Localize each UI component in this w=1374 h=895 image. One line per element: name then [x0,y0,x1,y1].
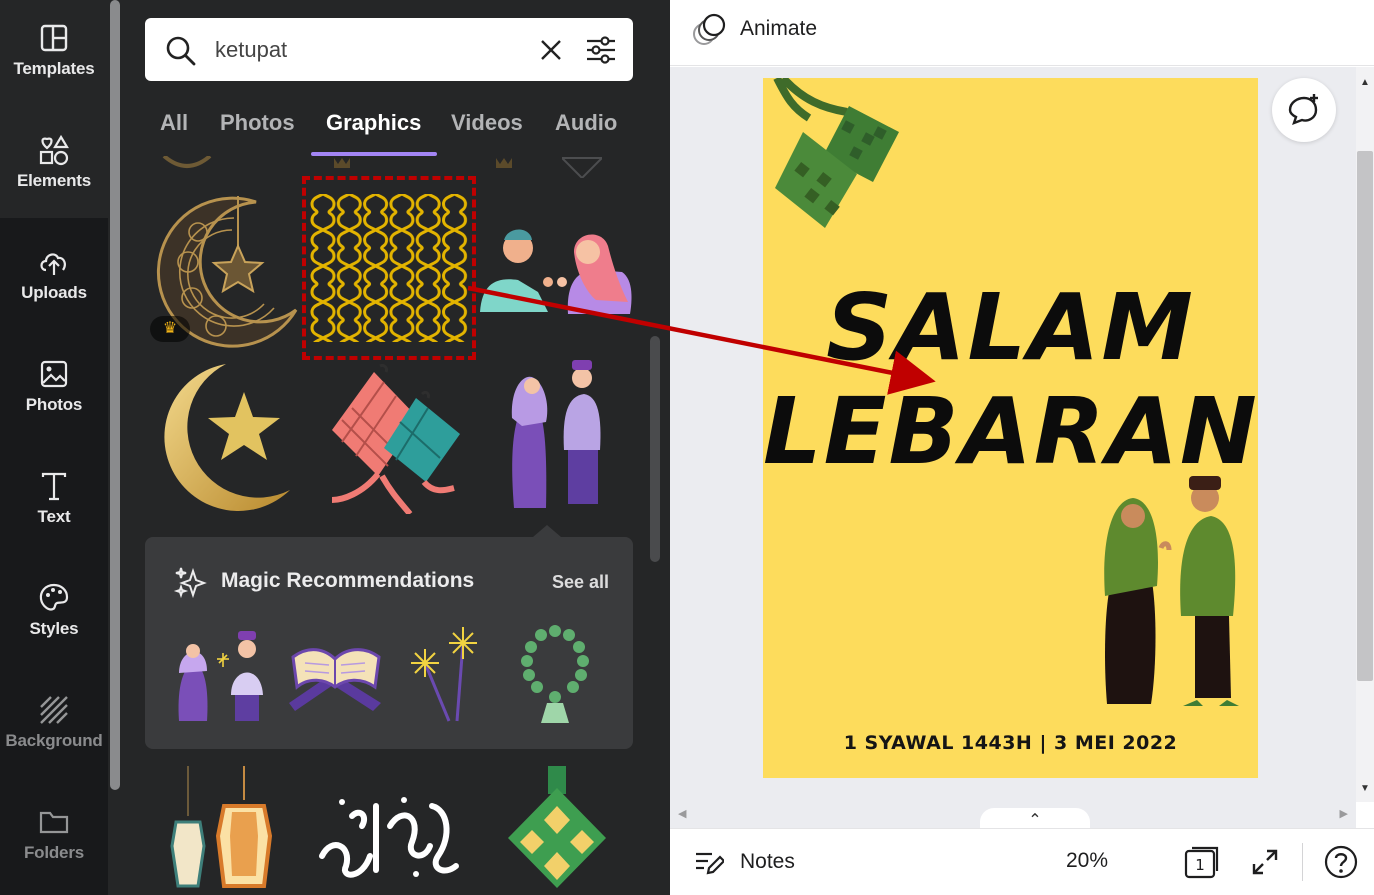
tab-photos[interactable]: Photos [220,110,295,136]
sparkle-icon [173,567,207,599]
partial-graphic[interactable] [332,156,352,170]
tab-graphics[interactable]: Graphics [326,110,421,136]
kids-sparkler-graphic[interactable] [173,623,273,727]
rail-item-templates[interactable]: Templates [0,0,108,106]
text-icon [41,472,67,501]
rail-item-photos[interactable]: Photos [0,330,108,442]
canvas-vertical-scrollbar[interactable]: ▲ ▼ [1356,67,1374,802]
notes-label: Notes [740,850,795,873]
notes-icon [696,852,724,875]
toolbar-divider [1302,843,1303,881]
highlighted-selection-box [302,176,476,360]
couple-illustration[interactable] [1099,476,1249,708]
rail-item-elements[interactable]: Elements [0,106,108,218]
prayer-beads-graphic[interactable] [515,625,595,727]
rail-label: Styles [29,619,79,638]
panel-scrollbar[interactable] [650,336,660,562]
rail-label: Background [5,731,103,750]
rail-label: Folders [23,843,84,862]
animate-icon [693,13,726,45]
canvas-horizontal-scrollbar[interactable]: ◀ ⌃ ▶ [670,802,1356,832]
editor-toolbar: Animate [670,0,1374,66]
styles-icon [39,583,69,611]
quran-stand-graphic[interactable] [285,633,385,717]
design-date-line[interactable]: 1 SYAWAL 1443H | 3 MEI 2022 [763,732,1258,754]
tab-audio[interactable]: Audio [555,110,617,136]
premium-crown-badge: ♛ [150,316,190,342]
golden-crescent-star-graphic[interactable] [150,360,300,516]
tab-all[interactable]: All [160,110,188,136]
rail-scrollbar[interactable] [108,0,122,895]
folders-icon [39,811,69,834]
rail-label: Photos [25,395,83,414]
design-page[interactable]: SALAM LEBARAN 1 SYAWAL 1443H | 3 MEI 202… [763,78,1258,778]
comment-add-icon [1288,94,1318,126]
photos-icon [40,360,68,388]
rail-item-uploads[interactable]: Uploads [0,218,108,330]
background-icon [40,696,68,724]
add-comment-button[interactable] [1272,78,1336,142]
partial-thumbnail-row [122,156,670,178]
notes-button[interactable]: Notes [694,847,795,877]
search-input[interactable]: ketupat [215,37,287,63]
help-icon[interactable] [1324,845,1358,879]
content-tabs: All Photos Graphics Videos Audio [145,104,655,156]
partial-graphic[interactable] [562,156,602,178]
scroll-down-arrow[interactable]: ▼ [1360,783,1370,794]
scroll-left-arrow[interactable]: ◀ [678,807,686,820]
elements-icon [39,134,69,166]
scroll-right-arrow[interactable]: ▶ [1340,807,1348,820]
scroll-up-arrow[interactable]: ▲ [1360,77,1370,88]
rail-item-text[interactable]: Text [0,442,108,554]
animate-label: Animate [740,17,818,40]
uploads-icon [40,253,66,275]
animate-button[interactable]: Animate [692,12,817,46]
zoom-level[interactable]: 20% [1066,849,1108,873]
sparklers-graphic[interactable] [405,623,485,727]
canvas-area: SALAM LEBARAN 1 SYAWAL 1443H | 3 MEI 202… [670,67,1356,802]
page-count-button[interactable]: 1 [1184,845,1220,879]
partial-graphic[interactable] [494,156,514,170]
card-notch [533,525,561,537]
rail-label: Elements [17,171,91,190]
rail-label: Uploads [21,283,87,302]
see-all-link[interactable]: See all [552,572,609,593]
greeting-couple-graphic[interactable] [478,222,638,322]
rail-scroll-thumb[interactable] [110,0,120,790]
ketupat-green-graphic[interactable] [502,766,612,895]
left-rail: Templates Elements Uploads Photos Text S… [0,0,108,895]
filter-icon[interactable] [585,34,617,66]
canvas-scroll-thumb[interactable] [1357,151,1373,681]
elements-panel: ketupat All Photos Graphics Videos Audio… [122,0,670,895]
fullscreen-icon[interactable] [1250,847,1280,877]
praying-couple-graphic[interactable] [502,358,612,514]
magic-recommendations-title: Magic Recommendations [221,569,475,592]
rail-label: Text [37,507,71,526]
rail-label: Templates [13,59,95,78]
tab-videos[interactable]: Videos [451,110,523,136]
templates-icon [40,24,68,52]
lanterns-graphic[interactable] [162,766,282,895]
rail-item-folders[interactable]: Folders [0,778,108,890]
design-title-line2[interactable]: LEBARAN [763,378,1258,485]
rail-item-styles[interactable]: Styles [0,554,108,666]
editor-bottom-bar: Notes 20% 1 [670,828,1374,895]
magic-recommendations-card: Magic Recommendations See all [145,525,633,749]
eid-mubarak-calligraphy-graphic[interactable] [312,786,462,882]
partial-graphic[interactable] [162,156,212,172]
close-icon[interactable] [537,36,565,64]
design-title-line1[interactable]: SALAM [763,274,1258,381]
rail-item-background[interactable]: Background [0,666,108,778]
search-icon [166,36,196,66]
page-count: 1 [1195,856,1205,874]
ketupat-pair-graphic[interactable] [322,364,468,514]
search-bar[interactable]: ketupat [145,18,633,81]
ketupat-decoration[interactable] [763,78,943,238]
